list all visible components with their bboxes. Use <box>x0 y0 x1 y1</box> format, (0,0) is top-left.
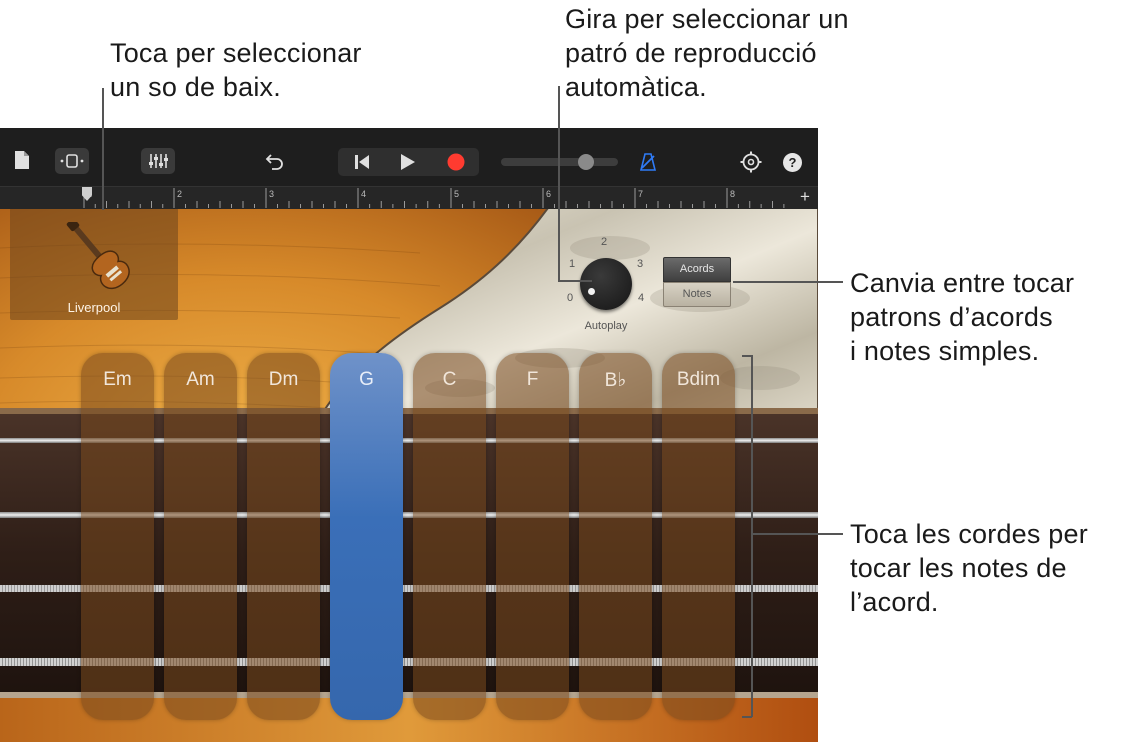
leader-chords-notes <box>733 281 843 283</box>
settings-icon[interactable] <box>739 150 763 174</box>
ruler-bar-number: 3 <box>269 189 275 199</box>
autoplay-position-1: 1 <box>569 258 576 270</box>
autoplay-position-2: 2 <box>601 236 608 248</box>
autoplay-knob[interactable] <box>580 258 632 310</box>
autoplay-position-4: 4 <box>638 292 645 304</box>
chord-label: Am <box>186 369 215 390</box>
callout-chords-notes: Canvia entre tocar patrons d’acords i no… <box>850 266 1074 368</box>
callout-line: l’acord. <box>850 587 939 617</box>
chord-strip-5[interactable]: C <box>413 353 486 720</box>
help-icon[interactable]: ? <box>783 153 802 172</box>
ruler-ticks <box>83 188 785 208</box>
bracket-strings-bottom <box>742 716 752 718</box>
ruler-bar-number: 2 <box>177 189 183 199</box>
leader-autoplay <box>558 86 560 282</box>
instrument-name: Liverpool <box>67 300 121 315</box>
chord-strip-1[interactable]: Em <box>81 353 154 720</box>
undo-icon[interactable] <box>264 150 286 172</box>
chord-strip-4[interactable]: G <box>330 353 403 720</box>
chord-strip-6[interactable]: F <box>496 353 569 720</box>
chord-label: B♭ <box>604 370 627 391</box>
autoplay-control: 2 1 3 0 4 Autoplay <box>560 230 660 340</box>
callout-line: patrons d’acords <box>850 302 1053 332</box>
callout-line: Toca per seleccionar <box>110 38 362 68</box>
chord-label: G <box>359 369 374 390</box>
chord-label: F <box>526 369 539 390</box>
callout-line: Gira per seleccionar un <box>565 4 849 34</box>
callout-line: Canvia entre tocar <box>850 268 1075 298</box>
leader-autoplay-foot <box>558 280 592 282</box>
chord-strip-2[interactable]: Am <box>164 353 237 720</box>
chord-label: Em <box>103 369 132 390</box>
bracket-strings-vertical <box>751 355 753 717</box>
ruler-bar-number: 6 <box>546 189 552 199</box>
transport-controls <box>338 148 479 176</box>
notes-mode-button[interactable]: Notes <box>663 282 731 307</box>
record-icon[interactable] <box>438 148 474 176</box>
autoplay-position-3: 3 <box>637 258 644 270</box>
callout-line: un so de baix. <box>110 72 281 102</box>
go-to-beginning-icon[interactable] <box>344 148 380 176</box>
instrument-selector[interactable]: Liverpool <box>10 208 178 320</box>
metronome-icon[interactable] <box>636 150 660 174</box>
chords-mode-button[interactable]: Acords <box>663 257 731 282</box>
ruler-bar-number: 7 <box>638 189 644 199</box>
knob-indicator <box>588 288 595 295</box>
chord-strip-3[interactable]: Dm <box>247 353 320 720</box>
chord-strip-8[interactable]: Bdim <box>662 353 735 720</box>
violin-bass-icon <box>66 222 130 290</box>
callout-line: automàtica. <box>565 72 707 102</box>
callout-strings: Toca les cordes per tocar les notes de l… <box>850 517 1088 619</box>
control-bar: ? <box>0 128 818 186</box>
chord-label: C <box>442 369 457 390</box>
mixer-icon[interactable] <box>141 148 175 174</box>
ruler-bar-number: 8 <box>730 189 736 199</box>
play-icon[interactable] <box>390 148 426 176</box>
autoplay-position-0: 0 <box>567 292 574 304</box>
chords-notes-switch: Acords Notes <box>663 257 731 307</box>
ruler-bar-number: 4 <box>361 189 367 199</box>
my-songs-icon[interactable] <box>10 148 34 172</box>
callout-line: patró de reproducció <box>565 38 817 68</box>
chord-strip-7[interactable]: B♭ <box>579 353 652 720</box>
autoplay-label: Autoplay <box>584 320 628 332</box>
timeline-ruler[interactable]: 12345678 + <box>0 186 818 209</box>
bass-instrument-area: Em Am Dm G C F B♭ Bdim Liverpool 2 1 3 0 4 <box>0 208 818 742</box>
callout-line: i notes simples. <box>850 336 1040 366</box>
help-icon-glyph: ? <box>788 155 797 170</box>
volume-slider-thumb[interactable] <box>578 154 595 170</box>
leader-strings <box>752 533 843 535</box>
leader-bass-sound <box>102 88 104 210</box>
callout-line: tocar les notes de <box>850 553 1067 583</box>
chord-label: Bdim <box>676 369 721 390</box>
callout-autoplay: Gira per seleccionar un patró de reprodu… <box>565 2 849 104</box>
garageband-bass-screen: Em Am Dm G C F B♭ Bdim Liverpool 2 1 3 0 4 <box>0 128 818 742</box>
callout-bass-sound: Toca per seleccionar un so de baix. <box>110 36 362 104</box>
add-section-button[interactable]: + <box>800 187 810 207</box>
callout-line: Toca les cordes per <box>850 519 1088 549</box>
browser-icon[interactable] <box>55 148 89 174</box>
chord-label: Dm <box>268 369 299 390</box>
ruler-bar-number: 5 <box>454 189 460 199</box>
